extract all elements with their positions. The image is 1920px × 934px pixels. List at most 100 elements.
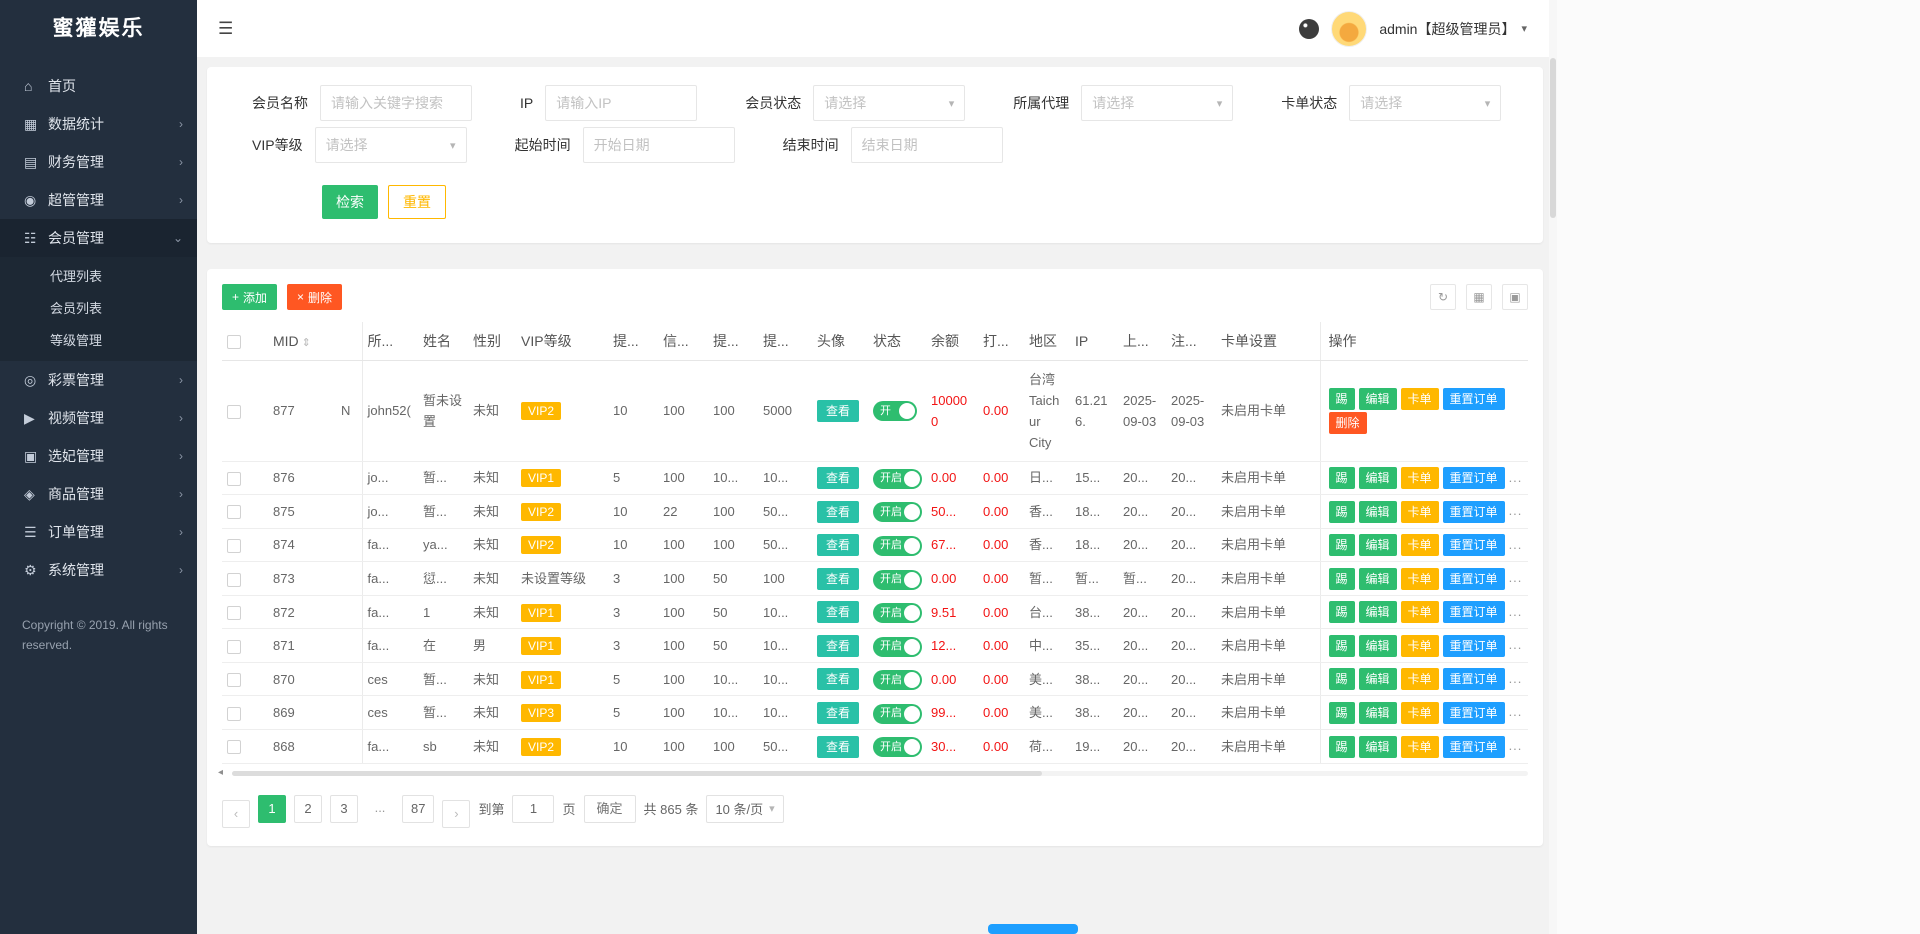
view-avatar-button[interactable]: 查看 (817, 668, 859, 690)
row-checkbox[interactable] (227, 472, 241, 486)
status-toggle[interactable]: 开启 (873, 502, 922, 522)
search-button[interactable]: 检索 (322, 185, 378, 219)
reset-button[interactable]: 重置订单 (1443, 635, 1505, 657)
page-ellipsis[interactable]: ... (366, 795, 394, 823)
horizontal-scrollbar[interactable]: ◂ (222, 768, 1528, 778)
page-button-1[interactable]: 1 (258, 795, 286, 823)
ip-input[interactable] (545, 85, 697, 121)
clipped-blue-button[interactable] (988, 924, 1078, 934)
kick-button[interactable]: 踢 (1329, 736, 1355, 758)
kick-button[interactable]: 踢 (1329, 388, 1355, 410)
card-button[interactable]: 卡单 (1401, 635, 1439, 657)
sidebar-item-super-admin[interactable]: ◉超管管理› (0, 181, 197, 219)
member-status-select[interactable]: 请选择▾ (813, 85, 965, 121)
view-avatar-button[interactable]: 查看 (817, 467, 859, 489)
reset-button[interactable]: 重置订单 (1443, 702, 1505, 724)
sidebar-item-home[interactable]: ⌂首页 (0, 67, 197, 105)
card-button[interactable]: 卡单 (1401, 534, 1439, 556)
card-button[interactable]: 卡单 (1401, 388, 1439, 410)
card-button[interactable]: 卡单 (1401, 601, 1439, 623)
reset-button[interactable]: 重置订单 (1443, 467, 1505, 489)
sidebar-item-finance[interactable]: ▤财务管理› (0, 143, 197, 181)
kick-button[interactable]: 踢 (1329, 668, 1355, 690)
edit-button[interactable]: 编辑 (1359, 736, 1397, 758)
vertical-scrollbar-thumb[interactable] (1550, 58, 1556, 218)
status-toggle[interactable]: 开启 (873, 570, 922, 590)
kick-button[interactable]: 踢 (1329, 702, 1355, 724)
row-checkbox[interactable] (227, 740, 241, 754)
sort-icon[interactable]: ⇕ (302, 337, 311, 349)
sidebar-item-xuanfei[interactable]: ▣选妃管理› (0, 437, 197, 475)
theme-icon[interactable] (1299, 19, 1319, 39)
row-checkbox[interactable] (227, 707, 241, 721)
kick-button[interactable]: 踢 (1329, 601, 1355, 623)
view-avatar-button[interactable]: 查看 (817, 736, 859, 758)
reset-button[interactable]: 重置订单 (1443, 388, 1505, 410)
row-checkbox[interactable] (227, 606, 241, 620)
reset-button[interactable]: 重置订单 (1443, 501, 1505, 523)
sidebar-item-video[interactable]: ▶视频管理› (0, 399, 197, 437)
edit-button[interactable]: 编辑 (1359, 501, 1397, 523)
per-page-select[interactable]: 10 条/页▾ (706, 795, 783, 823)
next-page-button[interactable]: › (442, 800, 470, 828)
goto-page-input[interactable] (512, 795, 554, 823)
status-toggle[interactable]: 开启 (873, 637, 922, 657)
prev-page-button[interactable]: ‹ (222, 800, 250, 828)
edit-button[interactable]: 编辑 (1359, 635, 1397, 657)
add-button[interactable]: + 添加 (222, 284, 277, 310)
view-avatar-button[interactable]: 查看 (817, 501, 859, 523)
end-time-input[interactable] (851, 127, 1003, 163)
row-checkbox[interactable] (227, 573, 241, 587)
status-toggle[interactable]: 开启 (873, 469, 922, 489)
kick-button[interactable]: 踢 (1329, 635, 1355, 657)
status-toggle[interactable]: 开启 (873, 536, 922, 556)
refresh-tool-button[interactable]: ↻ (1430, 284, 1456, 310)
page-button-3[interactable]: 3 (330, 795, 358, 823)
scrollbar-thumb[interactable] (232, 771, 1042, 776)
card-button[interactable]: 卡单 (1401, 668, 1439, 690)
card-button[interactable]: 卡单 (1401, 702, 1439, 724)
kick-button[interactable]: 踢 (1329, 467, 1355, 489)
sidebar-item-members[interactable]: ☷会员管理⌄ (0, 219, 197, 257)
edit-button[interactable]: 编辑 (1359, 668, 1397, 690)
delete-row-button[interactable]: 删除 (1329, 412, 1367, 434)
sidebar-item-goods[interactable]: ◈商品管理› (0, 475, 197, 513)
view-avatar-button[interactable]: 查看 (817, 568, 859, 590)
card-status-select[interactable]: 请选择▾ (1349, 85, 1501, 121)
edit-button[interactable]: 编辑 (1359, 601, 1397, 623)
sidebar-item-orders[interactable]: ☰订单管理› (0, 513, 197, 551)
view-avatar-button[interactable]: 查看 (817, 702, 859, 724)
kick-button[interactable]: 踢 (1329, 534, 1355, 556)
reset-button[interactable]: 重置订单 (1443, 568, 1505, 590)
edit-button[interactable]: 编辑 (1359, 568, 1397, 590)
reset-button[interactable]: 重置订单 (1443, 601, 1505, 623)
card-button[interactable]: 卡单 (1401, 501, 1439, 523)
select-all-checkbox[interactable] (227, 335, 241, 349)
reset-button[interactable]: 重置订单 (1443, 668, 1505, 690)
row-checkbox[interactable] (227, 505, 241, 519)
kick-button[interactable]: 踢 (1329, 568, 1355, 590)
edit-button[interactable]: 编辑 (1359, 467, 1397, 489)
reset-button[interactable]: 重置 (388, 185, 446, 219)
scroll-left-icon[interactable]: ◂ (218, 767, 223, 778)
status-toggle[interactable]: 开启 (873, 603, 922, 623)
page-button-87[interactable]: 87 (402, 795, 434, 823)
user-menu[interactable]: admin【超级管理员】 ▾ (1379, 19, 1527, 39)
status-toggle[interactable]: 开 (873, 401, 917, 421)
reset-button[interactable]: 重置订单 (1443, 736, 1505, 758)
goto-confirm-button[interactable]: 确定 (584, 795, 636, 823)
sidebar-subitem-level-manage[interactable]: 等级管理 (0, 325, 197, 357)
member-name-input[interactable] (320, 85, 472, 121)
export-tool-button[interactable]: ▣ (1502, 284, 1528, 310)
sidebar-subitem-agent-list[interactable]: 代理列表 (0, 261, 197, 293)
sidebar-item-lottery[interactable]: ◎彩票管理› (0, 361, 197, 399)
vip-level-select[interactable]: 请选择▾ (315, 127, 467, 163)
kick-button[interactable]: 踢 (1329, 501, 1355, 523)
sidebar-item-system[interactable]: ⚙系统管理› (0, 551, 197, 589)
delete-button[interactable]: × 删除 (287, 284, 342, 310)
edit-button[interactable]: 编辑 (1359, 534, 1397, 556)
start-time-input[interactable] (583, 127, 735, 163)
columns-tool-button[interactable]: ▦ (1466, 284, 1492, 310)
menu-collapse-icon[interactable]: ☰ (218, 19, 233, 39)
page-button-2[interactable]: 2 (294, 795, 322, 823)
